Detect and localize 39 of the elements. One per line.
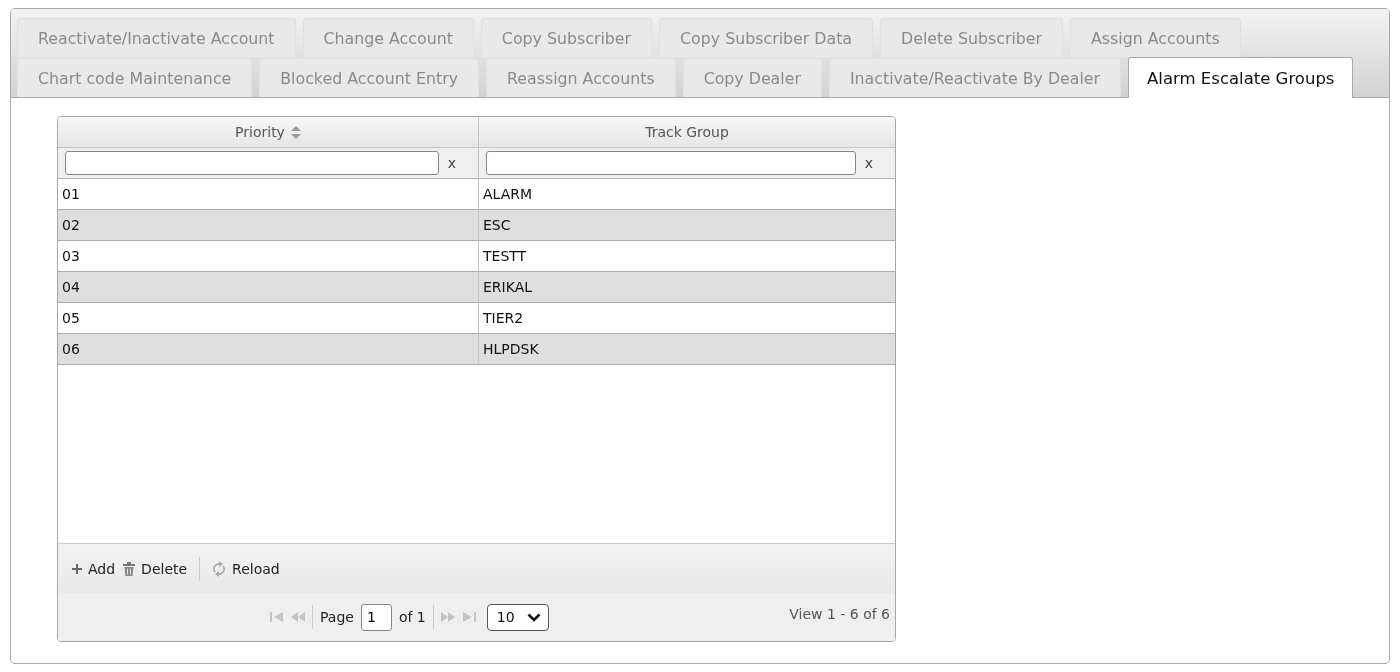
tab[interactable]: Alarm Escalate Groups [1128,57,1354,98]
delete-button[interactable]: Delete [123,560,188,577]
table-cell: HLPDSK [478,334,895,365]
clear-filter-button[interactable]: x [447,155,456,171]
tab[interactable]: Inactivate/Reactivate By Dealer [828,58,1122,97]
page-size-select[interactable]: 10 [486,603,549,631]
page-field[interactable]: 1 [360,603,392,631]
tab[interactable]: Reactivate/Inactivate Account [17,18,296,57]
refresh-icon [212,560,227,577]
tab[interactable]: Blocked Account Entry [259,58,480,97]
tab[interactable]: Delete Subscriber [880,18,1064,57]
column-header[interactable]: Track Group [478,117,895,148]
table-cell: TIER2 [478,303,895,334]
tab[interactable]: Copy Subscriber [480,18,653,57]
table-cell: 04 [58,272,478,303]
tab[interactable]: Reassign Accounts [486,58,676,97]
trash-icon [123,561,136,576]
column-header[interactable]: Priority [58,117,478,148]
tab[interactable]: Assign Accounts [1070,18,1241,57]
table-cell: TESTT [478,241,895,272]
page-total: of 1 [398,609,426,625]
table-cell: ALARM [478,179,895,210]
record-count: View 1 - 6 of 6 [789,606,890,622]
page-label: Page [320,609,354,625]
reload-button[interactable]: Reload [212,560,280,577]
tab[interactable]: Chart code Maintenance [17,58,253,97]
table-cell: 06 [58,334,478,365]
clear-filter-button[interactable]: x [864,155,873,171]
add-button[interactable]: Add [72,560,116,577]
table-cell: ERIKAL [478,272,895,303]
plus-icon [72,563,82,574]
tab[interactable]: Change Account [302,18,474,57]
tab[interactable]: Copy Subscriber Data [659,18,873,57]
table-cell: 02 [58,210,478,241]
filter-field[interactable] [486,151,856,175]
filter-field[interactable] [65,151,439,175]
tab[interactable]: Copy Dealer [682,58,822,97]
chevron-down-icon [526,612,541,622]
table-cell: ESC [478,210,895,241]
